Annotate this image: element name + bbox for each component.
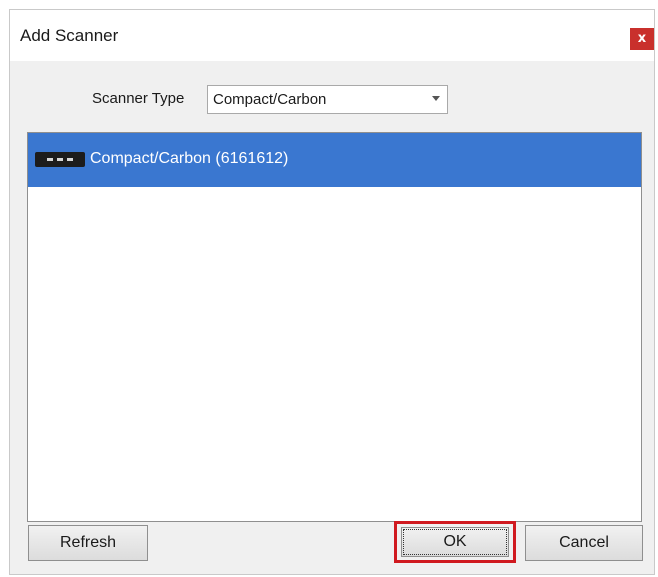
list-item-label: Compact/Carbon (6161612)	[90, 150, 289, 167]
scanner-type-label: Scanner Type	[92, 90, 185, 107]
dialog-title: Add Scanner	[20, 26, 119, 45]
close-button[interactable]: x	[630, 28, 654, 50]
refresh-button[interactable]: Refresh	[28, 525, 148, 561]
add-scanner-dialog: Add Scanner x Scanner Type Compact/Carbo…	[9, 9, 655, 575]
ok-button[interactable]: OK	[401, 527, 509, 557]
list-item[interactable]: Compact/Carbon (6161612)	[28, 133, 641, 187]
scanner-type-select[interactable]: Compact/Carbon	[207, 85, 448, 114]
scanner-icon	[35, 152, 85, 167]
scanner-list[interactable]: Compact/Carbon (6161612)	[27, 132, 642, 522]
scanner-type-value: Compact/Carbon	[213, 91, 327, 108]
cancel-button[interactable]: Cancel	[525, 525, 643, 561]
ok-highlight-box: OK	[394, 521, 516, 563]
title-bar: Add Scanner x	[10, 10, 654, 61]
chevron-down-icon[interactable]	[432, 96, 440, 101]
scanner-type-row: Scanner Type Compact/Carbon	[10, 85, 654, 115]
